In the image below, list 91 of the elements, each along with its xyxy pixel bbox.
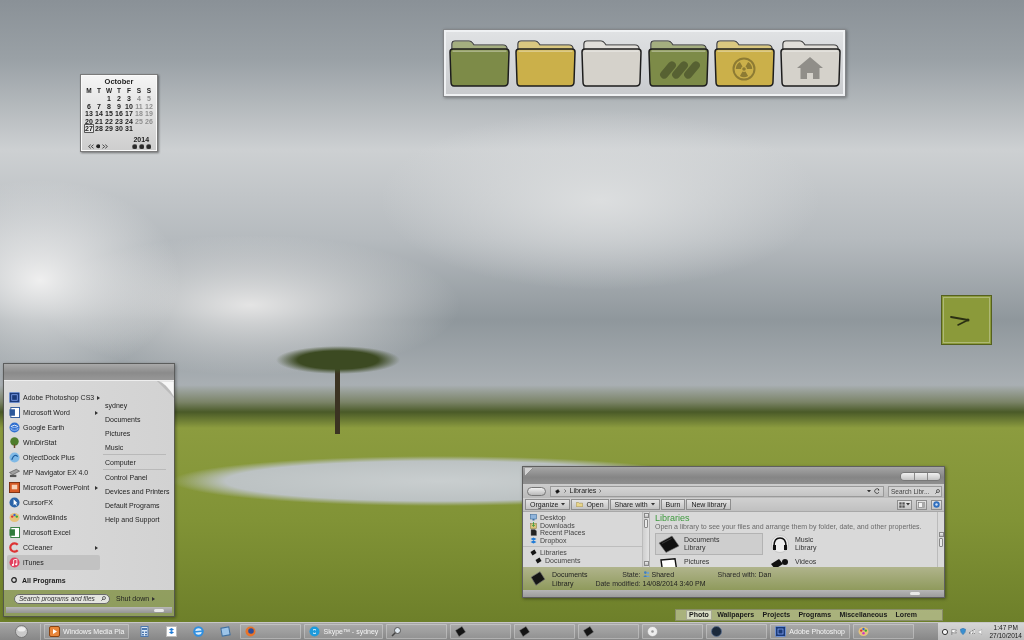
document-icon bbox=[9, 407, 20, 418]
arrow-icon bbox=[95, 485, 98, 490]
speaker-icon[interactable] bbox=[978, 628, 983, 635]
scroll-thumb[interactable] bbox=[644, 519, 648, 528]
cursor-icon bbox=[9, 497, 20, 508]
minimize-button[interactable] bbox=[901, 473, 914, 480]
document-icon bbox=[530, 529, 537, 537]
chat-icon bbox=[309, 626, 321, 637]
swirl-icon bbox=[9, 452, 20, 463]
spreadsheet-icon bbox=[9, 527, 20, 538]
dot-icon[interactable] bbox=[95, 144, 100, 149]
folder-icon[interactable] bbox=[580, 38, 644, 88]
close-button[interactable] bbox=[927, 473, 940, 480]
preview-pane-button[interactable] bbox=[916, 499, 927, 510]
calculator-icon bbox=[138, 626, 150, 637]
signal-icon[interactable] bbox=[969, 629, 975, 634]
folder-icon bbox=[576, 502, 584, 507]
help-button[interactable] bbox=[931, 499, 942, 510]
arc-icon bbox=[9, 542, 20, 553]
palette-icon bbox=[9, 512, 20, 523]
folder-icon[interactable] bbox=[646, 38, 710, 88]
tablet-icon bbox=[554, 488, 561, 494]
view-options-button[interactable] bbox=[897, 499, 912, 510]
folder-icon[interactable] bbox=[712, 38, 776, 88]
scroll-up-button[interactable] bbox=[643, 513, 649, 518]
circle-icon[interactable] bbox=[145, 143, 151, 149]
folder-icon[interactable] bbox=[448, 38, 511, 88]
search-icon bbox=[935, 488, 940, 494]
circle-icon[interactable] bbox=[131, 143, 137, 149]
arrow-icon bbox=[152, 596, 156, 601]
grip-handle bbox=[154, 608, 164, 612]
caret-icon bbox=[906, 503, 910, 506]
back-button[interactable] bbox=[527, 486, 546, 496]
scroll-up-button[interactable] bbox=[938, 532, 944, 537]
box-icon bbox=[530, 536, 537, 544]
app-tile-icon bbox=[775, 626, 787, 637]
caret-icon bbox=[650, 503, 655, 506]
arrow-icon bbox=[97, 395, 101, 400]
next-icon[interactable] bbox=[101, 144, 108, 149]
tablet-icon bbox=[583, 626, 595, 637]
ring-icon bbox=[245, 626, 257, 637]
ring-icon bbox=[11, 577, 17, 583]
circle-icon[interactable] bbox=[138, 143, 144, 149]
shield-icon[interactable] bbox=[960, 628, 966, 635]
app-tile-icon bbox=[9, 392, 20, 403]
refresh-icon bbox=[874, 488, 880, 494]
monitor-icon bbox=[530, 514, 537, 522]
arrow-icon bbox=[95, 410, 98, 415]
tablet-icon bbox=[658, 535, 680, 553]
palette-icon bbox=[858, 626, 869, 637]
download-folder-icon bbox=[530, 521, 537, 529]
arrow-icon bbox=[95, 545, 98, 550]
window-icon bbox=[219, 626, 231, 637]
help-icon bbox=[933, 501, 940, 508]
libraries-heading: Libraries bbox=[655, 513, 691, 523]
camera-icon bbox=[769, 558, 791, 567]
people-icon bbox=[642, 571, 650, 577]
previous-icon[interactable] bbox=[88, 144, 94, 149]
grid-view-icon bbox=[899, 501, 905, 508]
taskbar-button[interactable] bbox=[706, 624, 768, 639]
maximize-button[interactable] bbox=[914, 473, 927, 480]
scanner-icon bbox=[9, 467, 20, 478]
grip-handle bbox=[910, 592, 920, 595]
pane-icon bbox=[918, 501, 925, 508]
folder-icon[interactable] bbox=[514, 38, 578, 88]
chevron-icon bbox=[599, 489, 602, 493]
caret-icon bbox=[561, 503, 566, 506]
disc-icon bbox=[647, 626, 659, 637]
globe-icon bbox=[192, 626, 204, 637]
circle-icon bbox=[711, 626, 723, 637]
taskbar-button[interactable] bbox=[578, 624, 640, 639]
scroll-thumb[interactable] bbox=[939, 538, 943, 547]
caret-icon bbox=[867, 489, 871, 493]
chevron-icon bbox=[564, 489, 567, 493]
folder-icon[interactable] bbox=[778, 38, 842, 88]
tablet-icon bbox=[519, 626, 531, 637]
clock-icon bbox=[941, 295, 992, 345]
tablet-icon bbox=[455, 626, 467, 637]
tree-icon bbox=[9, 437, 20, 448]
box-icon bbox=[165, 626, 177, 637]
play-icon bbox=[49, 626, 60, 637]
slides-icon bbox=[9, 482, 20, 493]
taskbar-button[interactable] bbox=[450, 624, 512, 639]
globe-icon bbox=[9, 422, 20, 433]
search-icon bbox=[391, 626, 403, 637]
taskbar-button[interactable] bbox=[514, 624, 576, 639]
scroll-down-button[interactable] bbox=[643, 561, 649, 566]
tablet-icon bbox=[529, 571, 547, 586]
headphones-icon bbox=[769, 535, 791, 553]
search-icon bbox=[101, 596, 106, 601]
music-note-icon bbox=[9, 557, 20, 568]
